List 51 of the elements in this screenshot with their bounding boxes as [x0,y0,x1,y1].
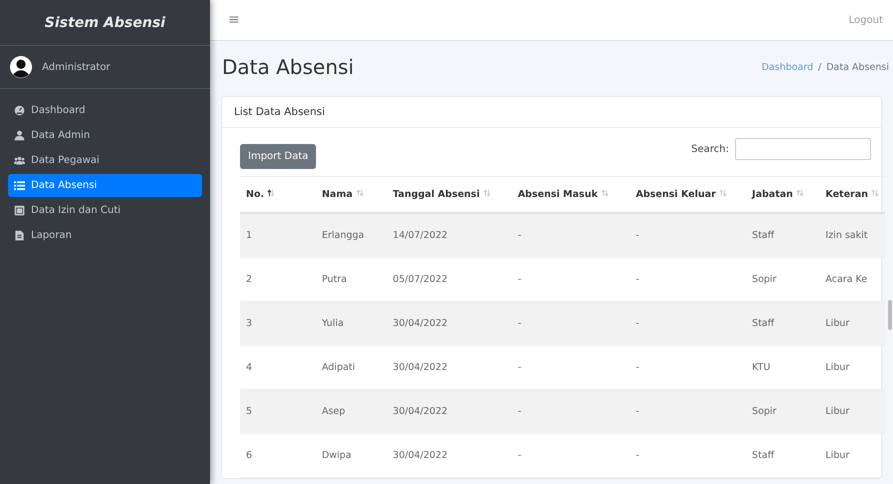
table-cell: - [512,213,630,258]
table-cell: - [630,302,746,346]
table-cell: Yulia [316,302,387,346]
nav-item[interactable]: Data Izin dan Cuti [8,199,202,222]
user-name: Administrator [42,62,110,72]
table-cell: - [512,390,630,434]
gauge-icon [14,105,25,116]
nav-item[interactable]: Laporan [8,224,202,247]
file-icon [14,230,25,241]
user-icon [14,130,25,141]
table-cell: - [630,213,746,258]
search-field[interactable] [735,138,871,160]
table-cell: 1 [240,213,316,258]
table-cell: Dwipa [316,434,387,478]
scrollbar[interactable] [888,300,892,330]
table-cell: Asep [316,390,387,434]
page-title: Data Absensi [222,55,354,79]
table-cell: - [512,302,630,346]
list-icon [14,180,25,191]
table-cell: 6 [240,434,316,478]
card-title: List Data Absensi [222,97,881,128]
table-cell: - [630,390,746,434]
table-cell: Staff [746,434,820,478]
table-cell: Libur [820,390,885,434]
table-cell: Sopir [746,390,820,434]
avatar-icon [10,56,32,78]
menu-icon[interactable]: ≡ [228,12,240,28]
table-cell: 14/07/2022 [386,213,512,258]
table-cell: Erlangga [316,213,387,258]
table-cell: Izin sakit [820,213,885,258]
nav-item[interactable]: Data Pegawai [8,149,202,172]
nav-item[interactable]: Dashboard [8,99,202,122]
table-cell: Staff [746,302,820,346]
table-cell: - [512,434,630,478]
table-cell: 3 [240,302,316,346]
table-cell: Libur [820,302,885,346]
table-cell: - [630,434,746,478]
table-cell: 30/04/2022 [386,434,512,478]
table-cell: 30/04/2022 [386,390,512,434]
breadcrumb-current: Data Absensi [826,62,889,72]
nav-item[interactable]: Data Admin [8,124,202,147]
table-cell: 5 [240,390,316,434]
table-cell: 30/04/2022 [386,302,512,346]
table-icon [14,205,25,216]
table-cell: Staff [746,213,820,258]
breadcrumb-separator: / [818,62,822,72]
nav-item[interactable]: Data Absensi [8,174,202,197]
import-button[interactable]: Import Data [240,144,316,169]
users-icon [14,155,25,166]
table-cell: Libur [820,434,885,478]
search-label: Search: [691,144,729,154]
